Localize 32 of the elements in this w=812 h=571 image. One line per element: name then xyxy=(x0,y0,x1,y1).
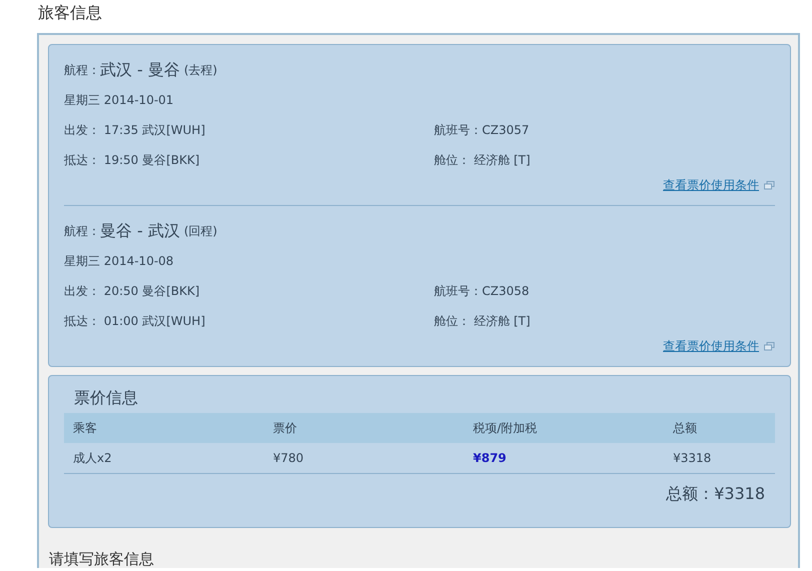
section-title: 票价信息 xyxy=(73,387,138,409)
trip-direction: (回程) xyxy=(184,222,218,240)
column-header: 税项/附加税 xyxy=(472,420,538,436)
table-cell-text: ¥780 xyxy=(272,451,305,465)
section-title: 旅客信息 xyxy=(37,3,103,24)
departure-info: 出发： 17:35 武汉[WUH] xyxy=(64,122,206,138)
tax-link[interactable]: ¥879 xyxy=(464,451,664,465)
trip-direction: (去程) xyxy=(184,62,218,78)
column-header: 票价 xyxy=(272,420,298,436)
fare-rules-link[interactable]: 查看票价使用条件 xyxy=(663,338,759,354)
arrival-info: 抵达： 19:50 曼谷[BKK] xyxy=(64,152,200,168)
fare-rules-link[interactable]: 查看票价使用条件 xyxy=(663,176,759,194)
departure-info: 出发： 20:50 曼谷[BKK] xyxy=(64,282,200,300)
new-window-icon xyxy=(764,342,775,350)
section-title: 请填写旅客信息 xyxy=(49,550,155,568)
route-label: 航程： xyxy=(64,222,100,240)
column-header: 总额 xyxy=(672,420,698,436)
flight-number: 航班号：CZ3058 xyxy=(434,282,530,300)
route-name: 武汉 - 曼谷 xyxy=(100,60,180,80)
flight-date: 星期三 2014-10-08 xyxy=(64,252,174,270)
table-cell-text: ¥3318 xyxy=(672,451,712,465)
arrival-info: 抵达： 01:00 武汉[WUH] xyxy=(64,312,206,330)
total-amount: 总额：¥3318 xyxy=(666,484,765,503)
route-name: 曼谷 - 武汉 xyxy=(100,220,180,242)
flight-date: 星期三 2014-10-01 xyxy=(64,92,174,108)
route-label: 航程： xyxy=(64,62,100,78)
column-header: 乘客 xyxy=(72,420,98,436)
table-cell-text: 成人x2 xyxy=(72,450,113,466)
cabin-class: 舱位： 经济舱 [T] xyxy=(434,152,530,168)
flight-number: 航班号：CZ3057 xyxy=(434,122,530,138)
new-window-icon xyxy=(764,180,775,190)
cabin-class: 舱位： 经济舱 [T] xyxy=(434,312,530,330)
